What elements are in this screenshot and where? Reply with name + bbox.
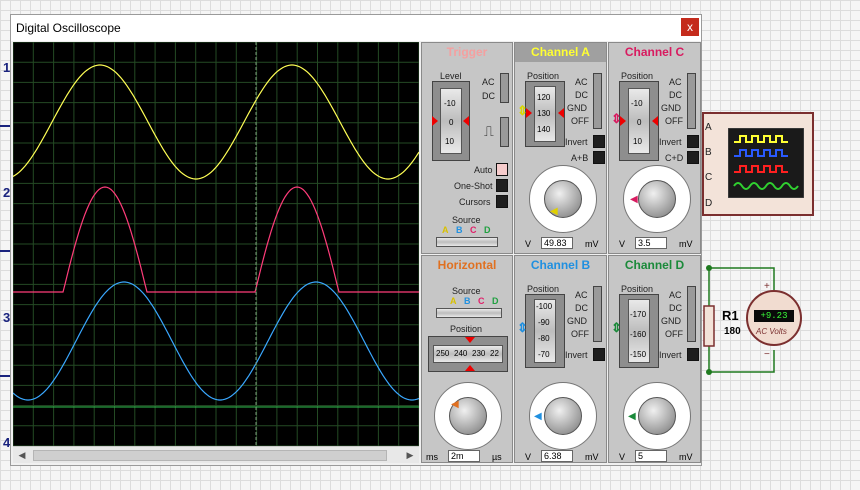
scrollbar-thumb[interactable] — [33, 450, 387, 461]
trigger-ac-label: AC — [482, 77, 495, 87]
trigger-source-slider[interactable] — [436, 237, 498, 247]
level-marker-icon — [463, 116, 469, 126]
channel-a-coupling-switch[interactable] — [593, 73, 602, 129]
horizontal-scrollbar[interactable]: ◀ ▶ — [13, 446, 419, 463]
channel-a-math-label: A+B — [571, 153, 589, 163]
channel-a-math-button[interactable] — [593, 151, 605, 164]
source-d[interactable]: D — [484, 225, 491, 235]
voltmeter-minus-label: − — [764, 349, 770, 360]
channel-c-position-label: Position — [621, 71, 654, 81]
trigger-title: Trigger — [446, 45, 488, 59]
auto-label: Auto — [474, 165, 493, 175]
pin-a-label: A — [705, 122, 712, 133]
trigger-edge-switch[interactable] — [500, 117, 509, 147]
channel-a-marker-icon — [558, 108, 564, 118]
horizontal-source-slider[interactable] — [436, 308, 502, 318]
window-title: Digital Oscilloscope — [16, 21, 121, 35]
pin-b-label: B — [705, 147, 712, 158]
channel-d-coupling-switch[interactable] — [687, 286, 696, 342]
channel-a-position-slider[interactable]: 120 130 140 — [525, 81, 565, 147]
channel-c-math-button[interactable] — [687, 151, 699, 164]
channel-a-title: Channel A — [531, 45, 590, 59]
channel-d-invert-button[interactable] — [687, 348, 699, 361]
voltmeter-label: AC Volts — [756, 327, 787, 336]
channel-a-invert-label: Invert — [565, 137, 588, 147]
channel-a-knob-indicator-icon: ◀ — [550, 206, 558, 217]
resistor-value: 180 — [724, 326, 741, 337]
channel-b-volts-knob[interactable]: ◀ — [529, 382, 597, 450]
horizontal-time-knob[interactable]: ◀ — [434, 382, 502, 450]
level-marker-icon — [432, 116, 438, 126]
trigger-panel: Trigger Level -10 0 10 AC DC ⎍ Auto One-… — [421, 42, 513, 254]
one-shot-label: One-Shot — [454, 181, 493, 191]
scroll-right-icon[interactable]: ▶ — [403, 449, 417, 462]
horizontal-title: Horizontal — [437, 258, 497, 272]
close-button[interactable]: x — [681, 18, 699, 36]
channel-d-panel: Channel D Position -170 -160 -150 ⇕ AC D… — [608, 255, 701, 463]
resistor-name: R1 — [722, 308, 739, 323]
ac-voltmeter[interactable]: +9.23 AC Volts — [746, 290, 802, 346]
horizontal-position-slider[interactable]: 250 240 230 22 — [428, 336, 508, 372]
channel-a-position-label: Position — [527, 71, 560, 81]
oscilloscope-component-screen — [728, 128, 804, 198]
channel-b-invert-button[interactable] — [593, 348, 605, 361]
channel-c-coupling-switch[interactable] — [687, 73, 696, 129]
oscilloscope-component[interactable]: A B C D — [702, 112, 814, 216]
pin-d-label: D — [705, 198, 713, 209]
trigger-dc-label: DC — [482, 91, 495, 101]
channel-b-position-slider[interactable]: -100 -90 -80 -70 — [525, 294, 565, 368]
channel-c-panel: Channel C Position -10 0 10 ⇕ AC DC GND … — [608, 42, 701, 254]
level-scale: -10 0 10 — [440, 88, 462, 154]
channel-d-updown-icon: ⇕ — [611, 320, 622, 335]
channel-b-value-field[interactable]: 6.38 — [541, 450, 573, 462]
channel-d-value-field[interactable]: 5 — [635, 450, 667, 462]
channel-b-title: Channel B — [530, 258, 591, 272]
channel-c-position-slider[interactable]: -10 0 10 — [619, 81, 659, 161]
cursors-label: Cursors — [459, 197, 491, 207]
source-a[interactable]: A — [442, 225, 449, 235]
title-bar[interactable]: Digital Oscilloscope x — [11, 15, 701, 41]
scroll-left-icon[interactable]: ◀ — [15, 449, 29, 462]
channel-a-panel: Channel A Position 120 130 140 ⇕ AC DC G… — [514, 42, 607, 254]
scope-display — [13, 42, 419, 446]
channel-d-title: Channel D — [624, 258, 685, 272]
source-b[interactable]: B — [456, 225, 463, 235]
channel-d-position-slider[interactable]: -170 -160 -150 — [619, 294, 659, 368]
level-slider[interactable]: -10 0 10 — [432, 81, 470, 161]
horizontal-value-field[interactable]: 2m — [448, 450, 480, 462]
horizontal-panel: Horizontal Source A B C D Position 250 2… — [421, 255, 513, 463]
channel-a-value-field[interactable]: 49.83 — [541, 237, 573, 249]
channel-b-updown-icon: ⇕ — [517, 320, 528, 335]
oscilloscope-window: Digital Oscilloscope x ◀ ▶ Trigger Level… — [10, 14, 702, 466]
voltmeter-reading: +9.23 — [754, 310, 794, 322]
cursors-button[interactable] — [496, 195, 508, 208]
channel-a-invert-button[interactable] — [593, 135, 605, 148]
channel-d-volts-knob[interactable]: ◀ — [623, 382, 691, 450]
source-c[interactable]: C — [470, 225, 477, 235]
channel-c-invert-button[interactable] — [687, 135, 699, 148]
trigger-source-label: Source — [452, 215, 481, 225]
voltmeter-plus-label: + — [764, 281, 770, 292]
channel-c-volts-knob[interactable]: ◀ — [623, 165, 691, 233]
channel-c-updown-icon: ⇕ — [611, 111, 622, 126]
level-label: Level — [440, 71, 462, 81]
trigger-coupling-switch[interactable] — [500, 73, 509, 103]
channel-a-volts-knob[interactable]: ◀ — [529, 165, 597, 233]
channel-c-title: Channel C — [624, 45, 685, 59]
auto-button[interactable] — [496, 163, 508, 176]
channel-b-coupling-switch[interactable] — [593, 286, 602, 342]
one-shot-button[interactable] — [496, 179, 508, 192]
channel-a-updown-icon: ⇕ — [517, 103, 528, 118]
scope-grid-and-traces — [13, 42, 419, 446]
edge-icon: ⎍ — [484, 123, 494, 139]
pin-c-label: C — [705, 172, 713, 183]
channel-b-panel: Channel B Position -100 -90 -80 -70 ⇕ AC… — [514, 255, 607, 463]
channel-c-value-field[interactable]: 3.5 — [635, 237, 667, 249]
